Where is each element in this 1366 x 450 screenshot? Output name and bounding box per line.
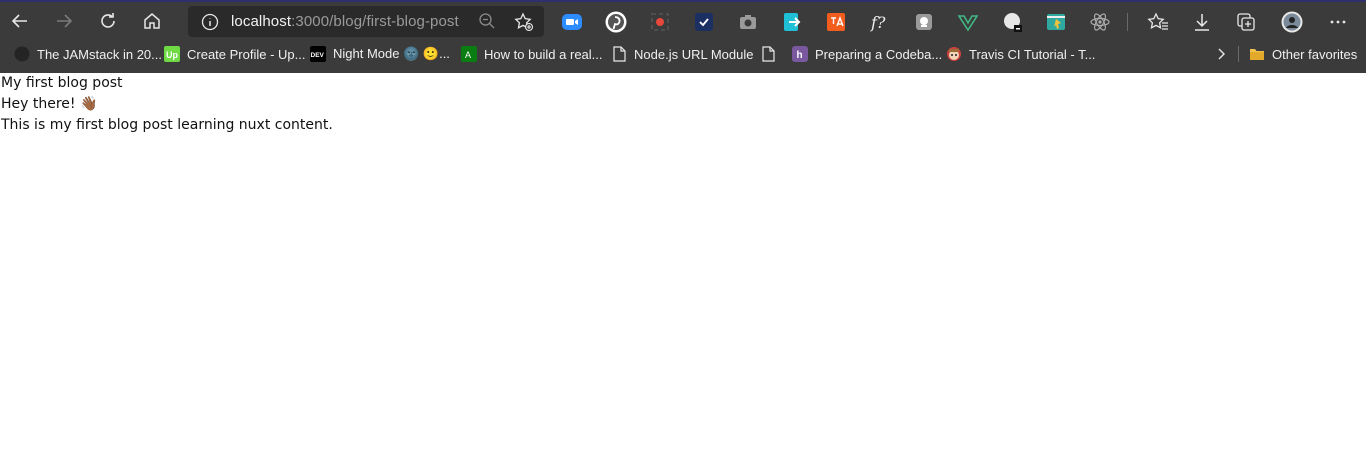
bookmark-label: Node.js URL Module — [634, 46, 754, 62]
zoom-extension[interactable] — [559, 9, 585, 35]
window-extension[interactable] — [1043, 9, 1069, 35]
add-favorite-icon[interactable] — [514, 12, 534, 32]
browser-toolbar: localhost:3000/blog/first-blog-post f? — [0, 2, 1366, 40]
share-arrow-icon — [784, 13, 801, 31]
bookmark-label: Travis CI Tutorial - T... — [969, 46, 1096, 62]
home-icon — [144, 13, 160, 29]
devtools-extension[interactable] — [999, 9, 1025, 35]
bookmark-label: The JAMstack in 20... — [37, 46, 162, 62]
screen-recorder-extension[interactable] — [647, 9, 673, 35]
formula-extension[interactable]: f? — [867, 9, 893, 35]
forward-button[interactable] — [46, 5, 82, 37]
pinterest-extension[interactable] — [603, 9, 629, 35]
bookmark-upwork[interactable]: Up Create Profile - Up... — [164, 44, 306, 64]
page-content: My first blog post Hey there! 👋🏾 This is… — [0, 73, 1366, 136]
dark-circle-icon — [14, 46, 30, 62]
svg-text:A: A — [465, 50, 471, 60]
post-body: This is my first blog post learning nuxt… — [1, 117, 333, 133]
downloads-button[interactable] — [1189, 9, 1215, 35]
url-path: :3000/blog/first-blog-post — [291, 13, 459, 30]
pinterest-icon — [605, 11, 627, 33]
other-favorites-folder[interactable]: Other favorites — [1249, 44, 1357, 64]
note-extension[interactable] — [911, 9, 937, 35]
profile-avatar — [1281, 11, 1303, 33]
vue-icon — [957, 15, 979, 32]
svg-text:f?: f? — [870, 13, 886, 32]
post-title: My first blog post — [1, 75, 123, 91]
camera-extension[interactable] — [735, 9, 761, 35]
url-text[interactable]: localhost:3000/blog/first-blog-post — [231, 13, 459, 30]
note-icon — [916, 14, 932, 30]
vue-extension[interactable] — [955, 9, 981, 35]
refresh-icon — [101, 13, 115, 28]
favorites-icon — [1147, 12, 1168, 30]
bookmark-jamstack[interactable]: The JAMstack in 20... — [14, 44, 162, 64]
bookmark-nodejs-url[interactable]: Node.js URL Module — [611, 44, 753, 64]
devtools-icon — [1004, 13, 1022, 32]
back-arrow-icon — [11, 14, 27, 28]
window-icon — [1047, 14, 1065, 30]
address-bar[interactable]: localhost:3000/blog/first-blog-post — [188, 6, 544, 37]
url-host: localhost — [231, 13, 292, 30]
downloads-icon — [1195, 14, 1209, 31]
bookmark-build-real[interactable]: A How to build a real... — [461, 44, 603, 64]
favorites-button[interactable] — [1145, 9, 1171, 35]
post-greeting: Hey there! 👋🏾 — [1, 96, 98, 112]
other-favorites-label: Other favorites — [1272, 46, 1358, 62]
more-menu-button[interactable] — [1325, 9, 1351, 35]
zoom-out-icon[interactable] — [478, 12, 496, 30]
task-extension[interactable] — [691, 9, 717, 35]
page-icon — [760, 46, 776, 62]
forward-arrow-icon — [57, 14, 73, 28]
share-extension[interactable] — [779, 9, 805, 35]
bookmark-label: Create Profile - Up... — [187, 46, 306, 62]
profile-button[interactable] — [1279, 9, 1305, 35]
home-button[interactable] — [134, 5, 170, 37]
browser-chrome: localhost:3000/blog/first-blog-post f? T… — [0, 0, 1366, 73]
bookmarks-overflow-button[interactable] — [1213, 44, 1229, 64]
react-extension[interactable] — [1087, 9, 1113, 35]
bookmark-label: Preparing a Codeba... — [815, 46, 943, 62]
svg-text:DEV: DEV — [311, 52, 325, 59]
site-info-icon[interactable] — [201, 13, 219, 31]
collections-button[interactable] — [1233, 9, 1259, 35]
translate-icon — [827, 13, 845, 31]
back-button[interactable] — [2, 5, 38, 37]
dev-icon: DEV — [310, 46, 326, 62]
chevron-right-icon — [1218, 48, 1225, 60]
more-menu-icon — [1330, 20, 1346, 24]
upwork-icon: Up — [164, 46, 180, 62]
screen-recorder-icon — [651, 13, 669, 31]
check-task-icon — [695, 13, 713, 31]
travis-icon — [946, 46, 962, 62]
camera-icon — [740, 15, 756, 29]
bookmark-untitled[interactable] — [760, 44, 783, 64]
refresh-button[interactable] — [90, 5, 126, 37]
page-icon — [611, 46, 627, 62]
formula-icon: f? — [870, 13, 886, 32]
heroku-icon: h — [792, 46, 808, 62]
bookmark-night-mode[interactable]: DEV Night Mode 🌚 🙂... — [310, 44, 450, 64]
svg-text:h: h — [797, 50, 803, 61]
bookmark-travis[interactable]: Travis CI Tutorial - T... — [946, 44, 1095, 64]
bookmark-label: How to build a real... — [484, 46, 603, 62]
svg-text:Up: Up — [166, 50, 178, 60]
bookmarks-divider — [1238, 46, 1239, 62]
bookmark-codebase[interactable]: h Preparing a Codeba... — [792, 44, 942, 64]
bookmark-label: Night Mode 🌚 🙂... — [333, 46, 450, 61]
react-icon — [1090, 13, 1110, 31]
translate-extension[interactable] — [823, 9, 849, 35]
green-a-icon: A — [461, 46, 477, 62]
collections-icon — [1237, 13, 1255, 31]
bookmarks-bar: The JAMstack in 20... Up Create Profile … — [0, 40, 1366, 68]
zoom-icon — [562, 14, 582, 30]
toolbar-divider — [1127, 13, 1128, 31]
folder-icon — [1249, 46, 1265, 62]
